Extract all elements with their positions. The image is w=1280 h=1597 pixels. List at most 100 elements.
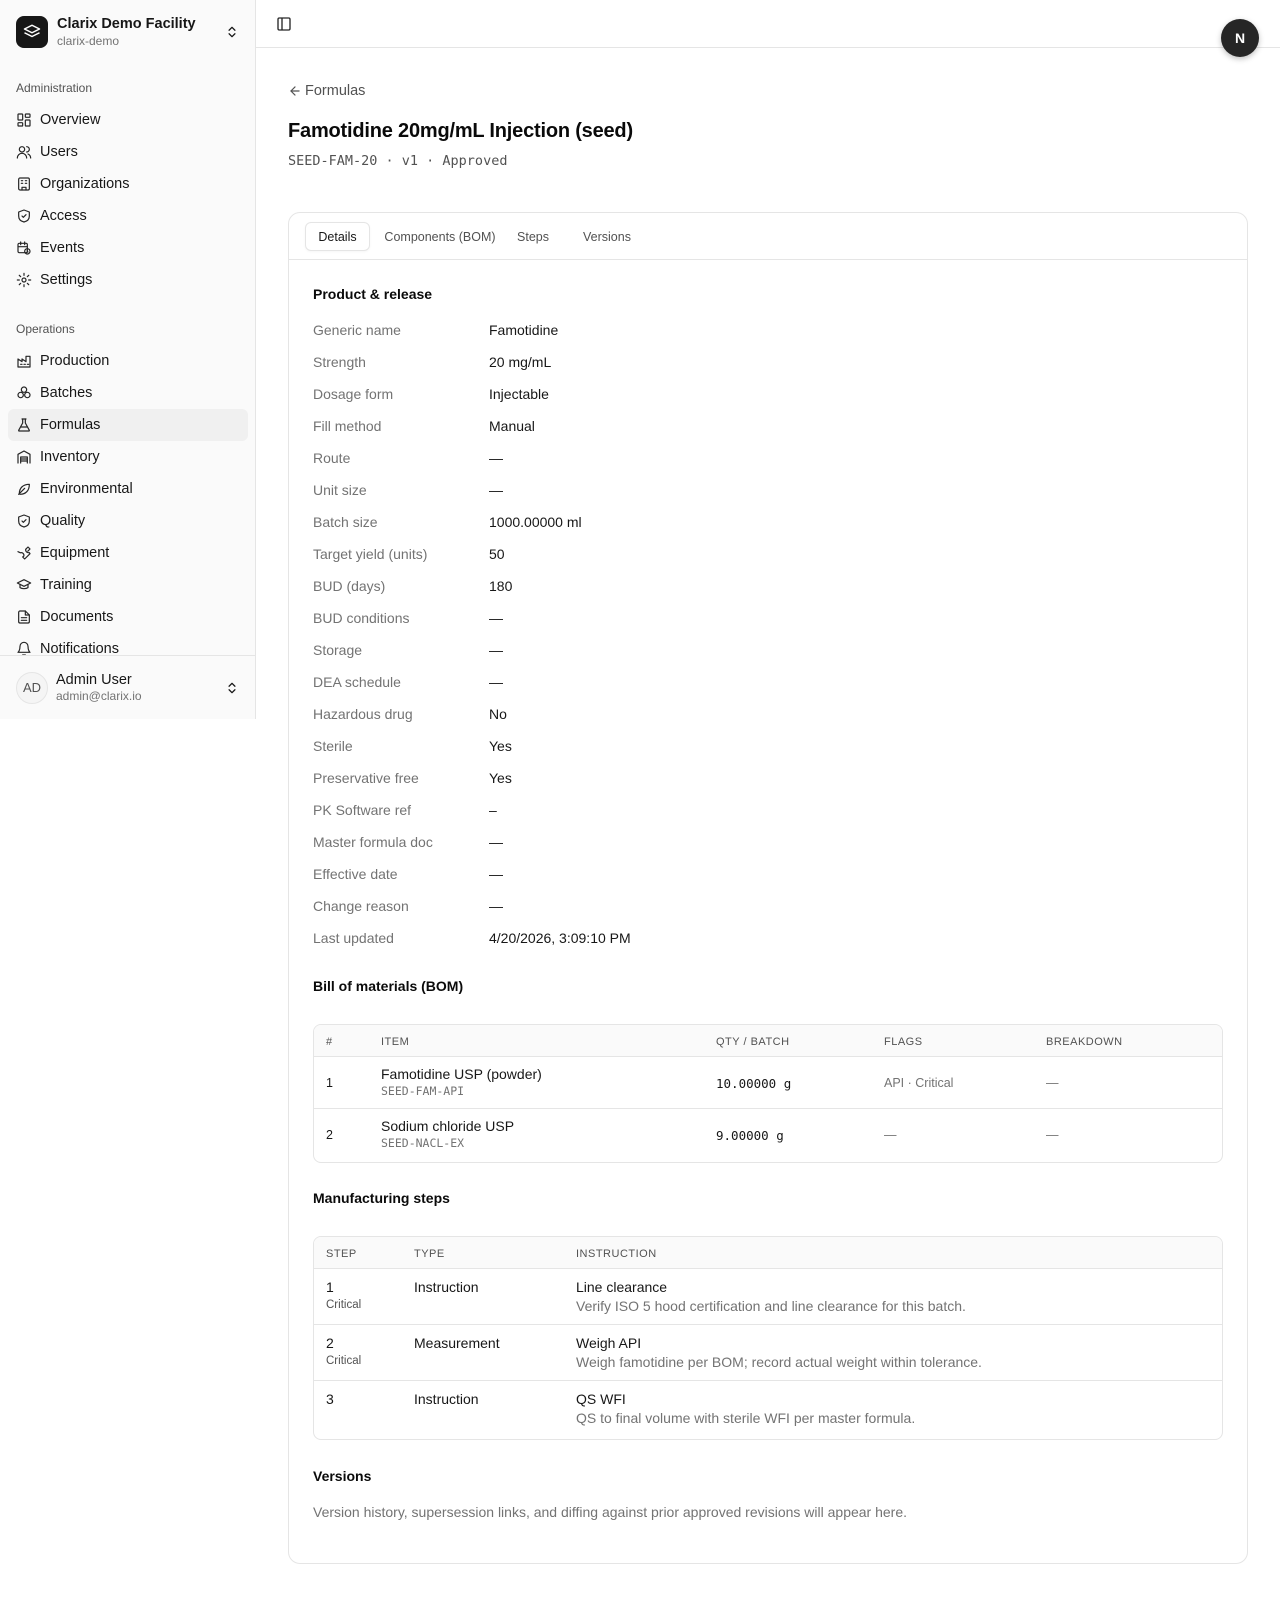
sidebar-item-quality[interactable]: Quality bbox=[8, 505, 248, 537]
detail-value: No bbox=[489, 706, 507, 722]
steps-table: STEP TYPE INSTRUCTION 1 Critical Instructi… bbox=[313, 1236, 1223, 1440]
bom-row[interactable]: 1 Famotidine USP (powder) SEED-FAM-API 10.0… bbox=[314, 1057, 1222, 1109]
product-section-title: Product & release bbox=[313, 286, 433, 302]
steps-table-header: STEP TYPE INSTRUCTION bbox=[314, 1237, 1222, 1269]
warehouse-icon bbox=[17, 450, 31, 464]
detail-value: 4/20/2026, 3:09:10 PM bbox=[489, 930, 631, 946]
detail-label: DEA schedule bbox=[313, 674, 401, 690]
sidebar-item-production[interactable]: Production bbox=[8, 345, 248, 377]
user-menu[interactable]: AD Admin User admin@clarix.io bbox=[0, 655, 256, 719]
detail-label: Fill method bbox=[313, 418, 382, 434]
detail-label: Strength bbox=[313, 354, 366, 370]
facility-switcher[interactable]: Clarix Demo Facility clarix-demo bbox=[8, 8, 248, 56]
detail-label: Batch size bbox=[313, 514, 378, 530]
detail-label: Master formula doc bbox=[313, 834, 433, 850]
detail-row: Storage — bbox=[313, 634, 1013, 666]
detail-row: Hazardous drug No bbox=[313, 698, 1013, 730]
layers-icon bbox=[16, 16, 48, 48]
step-instruction-title: Weigh API bbox=[576, 1335, 642, 1351]
detail-row: Batch size 1000.00000 ml bbox=[313, 506, 1013, 538]
tab-components[interactable]: Components (BOM) bbox=[378, 222, 502, 251]
tab-versions[interactable]: Versions bbox=[576, 222, 638, 251]
arrow-left-icon bbox=[290, 86, 300, 96]
sidebar-item-settings[interactable]: Settings bbox=[8, 264, 248, 296]
step-row[interactable]: 3 Instruction QS WFI QS to final volume wit… bbox=[314, 1381, 1222, 1437]
sidebar-item-notifications[interactable]: Notifications bbox=[8, 633, 248, 655]
step-type: Instruction bbox=[414, 1279, 479, 1295]
detail-value: — bbox=[489, 834, 503, 850]
sidebar-item-access[interactable]: Access bbox=[8, 200, 248, 232]
detail-row: Change reason — bbox=[313, 890, 1013, 922]
bom-item-breakdown: — bbox=[1046, 1128, 1059, 1142]
user-email: admin@clarix.io bbox=[56, 689, 142, 703]
detail-value: – bbox=[489, 802, 497, 818]
detail-row: BUD conditions — bbox=[313, 602, 1013, 634]
detail-row: Sterile Yes bbox=[313, 730, 1013, 762]
detail-row: Unit size — bbox=[313, 474, 1013, 506]
detail-label: Generic name bbox=[313, 322, 401, 338]
tab-details[interactable]: Details bbox=[305, 222, 370, 251]
detail-value: — bbox=[489, 674, 503, 690]
step-row[interactable]: 2 Critical Measurement Weigh API Weigh famot… bbox=[314, 1325, 1222, 1381]
users-icon bbox=[16, 146, 32, 159]
flask-icon bbox=[18, 418, 30, 432]
detail-row: Master formula doc — bbox=[313, 826, 1013, 858]
bom-row-num: 2 bbox=[326, 1128, 333, 1142]
admin-nav: Overview Users Organizations Access Events Se… bbox=[8, 104, 248, 296]
detail-value: — bbox=[489, 450, 503, 466]
page-title: Famotidine 20mg/mL Injection (seed) bbox=[288, 120, 633, 142]
bom-item-code: SEED-FAM-API bbox=[381, 1084, 465, 1098]
col-header-step: STEP bbox=[326, 1248, 357, 1260]
tab-steps[interactable]: Steps bbox=[511, 222, 555, 251]
bom-item-breakdown: — bbox=[1046, 1076, 1059, 1090]
sidebar-item-training[interactable]: Training bbox=[8, 569, 248, 601]
dev-badge[interactable]: N bbox=[1221, 19, 1259, 57]
calendar-clock-icon bbox=[17, 241, 31, 255]
detail-value: — bbox=[489, 610, 503, 626]
building-icon bbox=[18, 177, 30, 191]
formula-card: Details Components (BOM) Steps Versions … bbox=[288, 212, 1248, 1564]
sidebar-item-label: Notifications bbox=[40, 641, 119, 655]
detail-value: Manual bbox=[489, 418, 535, 434]
sidebar-item-label: Events bbox=[40, 240, 85, 256]
sidebar-item-equipment[interactable]: Equipment bbox=[8, 537, 248, 569]
bom-item-flags: — bbox=[884, 1128, 897, 1142]
bom-table-header: # ITEM QTY / BATCH FLAGS BREAKDOWN bbox=[314, 1025, 1222, 1057]
facility-name: Clarix Demo Facility bbox=[57, 16, 196, 33]
detail-row: Fill method Manual bbox=[313, 410, 1013, 442]
step-instruction-title: Line clearance bbox=[576, 1279, 668, 1295]
back-link-label: Formulas bbox=[305, 83, 366, 99]
sidebar-item-overview[interactable]: Overview bbox=[8, 104, 248, 136]
detail-label: Unit size bbox=[313, 482, 367, 498]
sidebar-item-events[interactable]: Events bbox=[8, 232, 248, 264]
col-header-item: ITEM bbox=[381, 1036, 410, 1048]
bom-item-code: SEED-NACL-EX bbox=[381, 1136, 465, 1150]
sidebar-item-organizations[interactable]: Organizations bbox=[8, 168, 248, 200]
file-text-icon bbox=[18, 610, 30, 624]
step-row[interactable]: 1 Critical Instruction Line clearance Verify… bbox=[314, 1269, 1222, 1325]
sidebar-item-formulas[interactable]: Formulas bbox=[8, 409, 248, 441]
product-details-list: Generic name Famotidine Strength 20 mg/mL Do… bbox=[313, 314, 1013, 954]
back-to-formulas-link[interactable]: Formulas bbox=[288, 83, 365, 99]
chevrons-up-down-icon bbox=[224, 24, 240, 40]
shield-icon bbox=[18, 209, 30, 223]
detail-value: — bbox=[489, 482, 503, 498]
bom-item-flags: API · Critical bbox=[884, 1076, 954, 1090]
detail-value: 50 bbox=[489, 546, 505, 562]
bom-row-num: 1 bbox=[326, 1076, 333, 1090]
sidebar-item-label: Inventory bbox=[40, 449, 100, 465]
sidebar-item-environmental[interactable]: Environmental bbox=[8, 473, 248, 505]
sidebar-item-users[interactable]: Users bbox=[8, 136, 248, 168]
sidebar-item-inventory[interactable]: Inventory bbox=[8, 441, 248, 473]
detail-value: Famotidine bbox=[489, 322, 559, 338]
detail-label: Target yield (units) bbox=[313, 546, 428, 562]
detail-row: Generic name Famotidine bbox=[313, 314, 1013, 346]
sidebar-toggle-icon[interactable] bbox=[276, 16, 292, 32]
bom-row[interactable]: 2 Sodium chloride USP SEED-NACL-EX 9.00000 … bbox=[314, 1109, 1222, 1161]
sidebar-item-batches[interactable]: Batches bbox=[8, 377, 248, 409]
detail-row: PK Software ref – bbox=[313, 794, 1013, 826]
sidebar-item-documents[interactable]: Documents bbox=[8, 601, 248, 633]
sidebar-item-label: Equipment bbox=[40, 545, 110, 561]
detail-row: Last updated 4/20/2026, 3:09:10 PM bbox=[313, 922, 1013, 954]
col-header-flags: FLAGS bbox=[884, 1036, 923, 1048]
